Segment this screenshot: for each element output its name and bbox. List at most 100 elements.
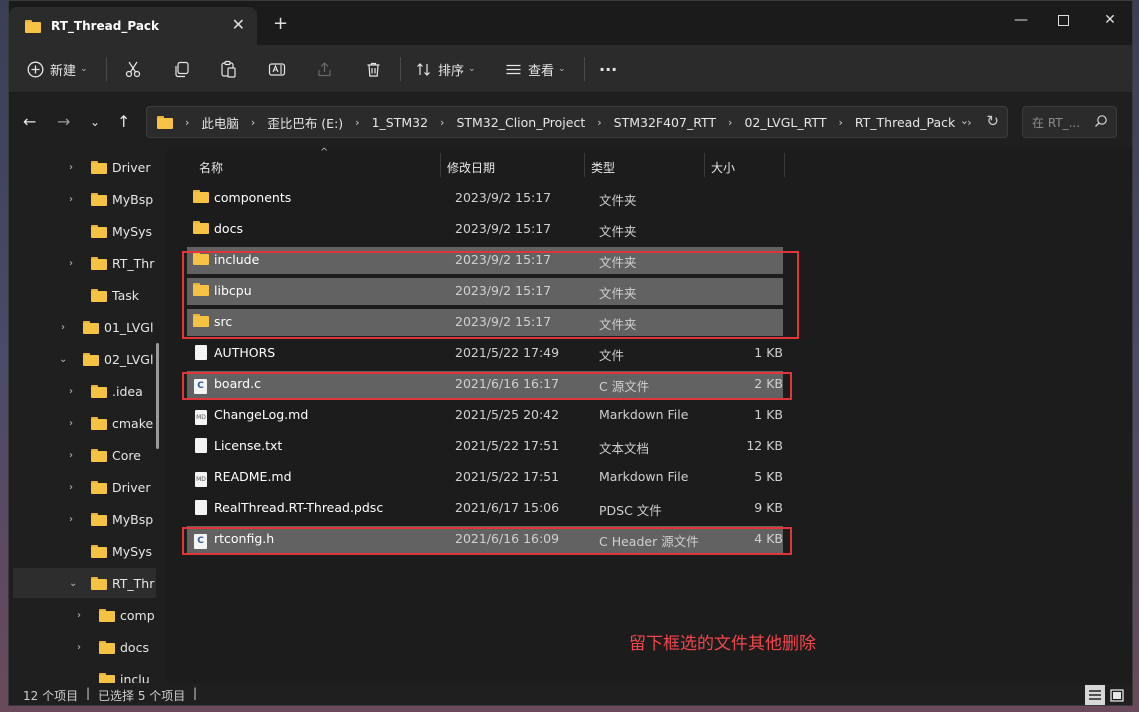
sidebar-item-idea[interactable]: › .idea <box>9 376 156 406</box>
sidebar-item-mybsp-2[interactable]: › MyBsp <box>9 504 156 534</box>
divider <box>400 57 401 81</box>
file-row[interactable]: AUTHORS 2021/5/22 17:49 文件 1 KB <box>187 340 783 367</box>
new-tab-button[interactable]: + <box>273 13 288 34</box>
sidebar-item-task[interactable]: Task <box>9 280 156 310</box>
cut-button[interactable] <box>124 57 142 81</box>
refresh-icon[interactable]: ↻ <box>986 112 999 130</box>
item-count: 12 个项目 <box>23 689 79 703</box>
breadcrumb-item[interactable]: STM32F407_RTT <box>614 115 716 130</box>
view-button[interactable]: 查看 ⌄ <box>505 57 566 81</box>
annotation-box-folders <box>182 251 799 339</box>
sidebar-item-01-lvgl[interactable]: › 01_LVGl <box>9 312 156 342</box>
paste-button[interactable] <box>220 57 237 81</box>
close-button[interactable]: ✕ <box>1087 5 1132 35</box>
sidebar-item-rt-thread[interactable]: › RT_Thr <box>9 248 156 278</box>
column-header-name[interactable]: 名称 <box>199 153 223 181</box>
share-icon <box>318 61 331 76</box>
column-header-type[interactable]: 类型 <box>591 153 615 181</box>
sidebar-item-02-lvgl[interactable]: ⌄ 02_LVGl <box>9 344 156 374</box>
details-view-icon <box>1089 690 1101 700</box>
sidebar-item-mysys[interactable]: MySys <box>9 216 156 246</box>
sidebar-item-core[interactable]: › Core <box>9 440 156 470</box>
status-bar: 12 个项目 | 已选择 5 个项目 | <box>9 683 1132 705</box>
forward-arrow-icon[interactable]: → <box>57 112 70 131</box>
chevron-right-icon[interactable]: › <box>69 514 73 525</box>
column-divider[interactable] <box>704 153 705 177</box>
chevron-down-icon[interactable]: ⌄ <box>59 354 67 365</box>
tab-rt-thread-pack[interactable]: RT_Thread_Pack ✕ <box>9 7 257 45</box>
chevron-down-icon[interactable]: ⌄ <box>69 578 77 589</box>
sidebar-item-label: cmake <box>112 415 154 431</box>
chevron-right-icon: › <box>250 115 256 129</box>
file-type: Markdown File <box>599 407 689 422</box>
sidebar-item-mybsp[interactable]: › MyBsp <box>9 184 156 214</box>
file-row[interactable]: docs 2023/9/2 15:17 文件夹 <box>187 216 783 243</box>
sidebar-item-label: Core <box>112 447 141 463</box>
tiles-view-button[interactable] <box>1107 685 1127 705</box>
breadcrumb-item[interactable]: RT_Thread_Pack <box>855 115 955 130</box>
delete-button[interactable] <box>365 57 382 81</box>
trash-icon <box>367 62 380 77</box>
chevron-right-icon[interactable]: › <box>69 418 73 429</box>
chevron-right-icon[interactable]: › <box>69 450 73 461</box>
sidebar-item-label: MySys <box>112 543 153 559</box>
sidebar-item-cmake[interactable]: › cmake <box>9 408 156 438</box>
chevron-right-icon[interactable]: › <box>69 258 73 269</box>
chevron-right-icon[interactable]: › <box>69 194 73 205</box>
column-divider[interactable] <box>440 153 441 177</box>
breadcrumb-item[interactable]: 1_STM32 <box>372 115 428 130</box>
details-view-button[interactable] <box>1085 685 1105 705</box>
chevron-right-icon[interactable]: › <box>61 322 65 333</box>
sidebar-item-components[interactable]: › comp <box>9 600 156 630</box>
file-row[interactable]: RealThread.RT-Thread.pdsc 2021/6/17 15:0… <box>187 495 783 522</box>
column-header-date[interactable]: 修改日期 <box>447 153 495 181</box>
sidebar-item-driver-2[interactable]: › Driver <box>9 472 156 502</box>
breadcrumb-item[interactable]: 歪比巴布 (E:) <box>267 113 343 132</box>
file-row[interactable]: MD README.md 2021/5/22 17:51 Markdown Fi… <box>187 464 783 491</box>
sidebar-item-include[interactable]: inclu <box>9 664 156 683</box>
sidebar-item-driver[interactable]: › Driver <box>9 152 156 182</box>
sort-button[interactable]: 排序 ⌄ <box>415 57 476 81</box>
folder-icon <box>91 384 107 398</box>
address-history-chevron-icon[interactable]: ⌄ <box>960 114 969 127</box>
maximize-button[interactable] <box>1040 5 1086 35</box>
sidebar-item-docs[interactable]: › docs <box>9 632 156 662</box>
folder-icon <box>91 512 107 526</box>
breadcrumb-item[interactable]: 此电脑 <box>201 113 239 132</box>
address-bar[interactable]: › 此电脑 › 歪比巴布 (E:) › 1_STM32 › STM32_Clio… <box>146 106 1008 138</box>
sidebar-item-mysys-2[interactable]: MySys <box>9 536 156 566</box>
folder-icon <box>83 352 99 366</box>
chevron-right-icon[interactable]: › <box>69 482 73 493</box>
copy-button[interactable] <box>173 57 190 81</box>
column-divider[interactable] <box>784 153 785 177</box>
up-arrow-icon[interactable]: ↑ <box>117 112 130 131</box>
file-row[interactable]: components 2023/9/2 15:17 文件夹 <box>187 185 783 212</box>
file-name: README.md <box>214 469 292 484</box>
breadcrumb-item[interactable]: STM32_Clion_Project <box>456 115 585 130</box>
folder-icon <box>91 288 107 302</box>
column-divider[interactable] <box>584 153 585 177</box>
back-arrow-icon[interactable]: ← <box>23 112 36 131</box>
search-input[interactable]: 在 RT_... <box>1022 106 1117 138</box>
chevron-right-icon[interactable]: › <box>69 162 73 173</box>
chevron-right-icon[interactable]: › <box>69 386 73 397</box>
sidebar-item-rt-thread-selected[interactable]: ⌄ RT_Thr <box>13 568 156 598</box>
file-row[interactable]: MD ChangeLog.md 2021/5/25 20:42 Markdown… <box>187 402 783 429</box>
folder-icon <box>91 544 107 558</box>
chevron-right-icon[interactable]: › <box>77 610 81 621</box>
tab-close-icon[interactable]: ✕ <box>232 15 245 34</box>
column-header-size[interactable]: 大小 <box>711 153 735 181</box>
chevron-right-icon[interactable]: › <box>77 642 81 653</box>
more-options-button[interactable]: ··· <box>599 57 617 81</box>
file-name: RealThread.RT-Thread.pdsc <box>214 500 384 515</box>
recent-chevron-icon[interactable]: ⌄ <box>90 115 100 129</box>
file-name: docs <box>214 221 243 236</box>
sidebar-scrollbar[interactable] <box>156 343 159 449</box>
share-button[interactable] <box>316 57 333 81</box>
minimize-button[interactable]: — <box>998 5 1044 35</box>
rename-button[interactable] <box>268 57 286 81</box>
breadcrumb-item[interactable]: 02_LVGL_RTT <box>744 115 826 130</box>
file-row[interactable]: License.txt 2021/5/22 17:51 文本文档 12 KB <box>187 433 783 460</box>
clipboard-icon <box>221 60 236 78</box>
new-button[interactable]: 新建 ⌄ <box>27 57 88 81</box>
